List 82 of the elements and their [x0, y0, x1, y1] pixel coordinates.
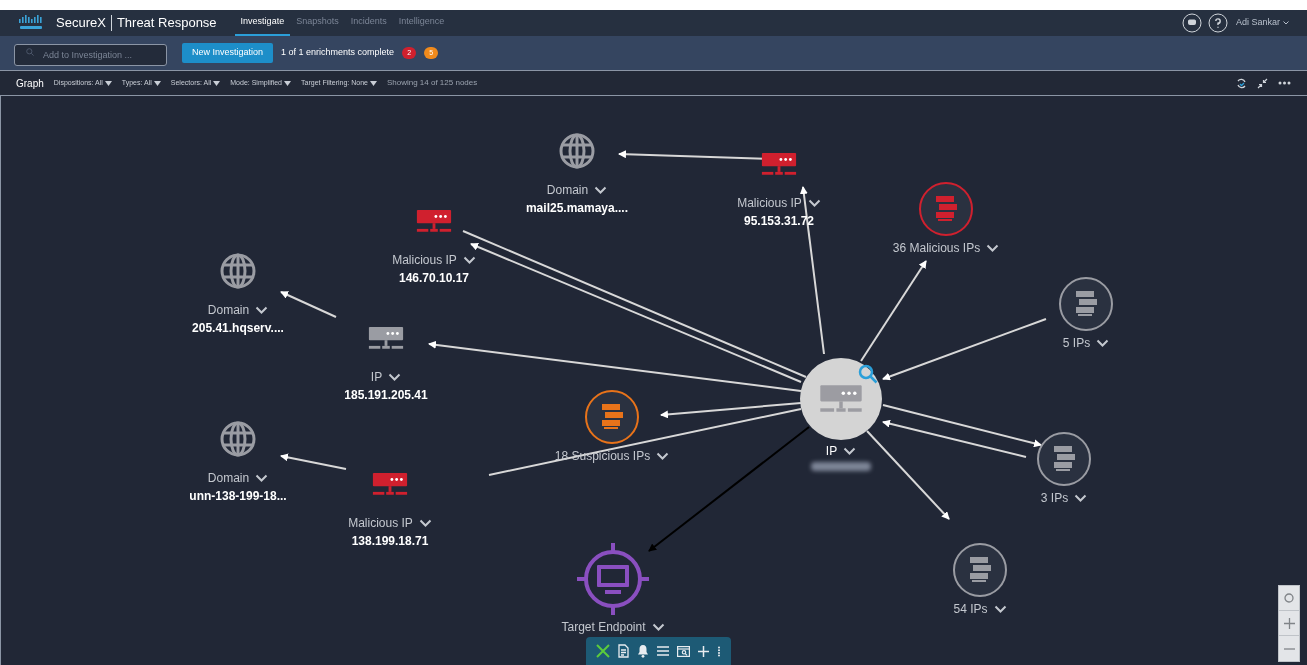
target-monitor-icon [577, 543, 649, 615]
node-count-text: Showing 14 of 125 nodes [386, 77, 478, 89]
plus-icon [1283, 617, 1295, 629]
redacted-text [811, 462, 871, 471]
search-icon [26, 47, 34, 56]
new-investigation-button[interactable]: New Investigation [182, 43, 274, 63]
nav-tab[interactable]: Intelligence [392, 10, 451, 36]
refresh-icon[interactable] [1236, 77, 1247, 89]
node-value-label: 146.70.10.17 [398, 270, 470, 287]
window-search-icon[interactable] [677, 645, 690, 657]
app-subtitle: Threat Response [116, 14, 217, 33]
node-type-label: Domain [546, 182, 589, 199]
node-type-label: 36 Malicious IPs [892, 240, 981, 257]
help-icon[interactable] [1207, 13, 1228, 33]
node-type-label: 54 IPs [953, 601, 988, 618]
search-field[interactable]: Add to Investigation ... [14, 43, 167, 66]
chevron-down-icon[interactable] [986, 243, 1000, 253]
caret-icon [104, 80, 112, 86]
node-type-label: 5 IPs [1062, 335, 1091, 352]
chevron-down-icon[interactable] [462, 255, 476, 265]
node-value-label: 138.199.18.71 [351, 533, 429, 550]
app-title: SecureX [56, 14, 106, 33]
minus-icon [1283, 647, 1295, 650]
caret-icon [369, 80, 377, 86]
node-type-label: Domain [207, 302, 250, 319]
ip-group-node[interactable] [585, 390, 639, 444]
close-icon[interactable] [596, 644, 610, 658]
chevron-down-icon[interactable] [656, 451, 670, 461]
node-value-label: unn-138-199-18... [189, 488, 287, 505]
chevron-down-icon [1283, 21, 1289, 25]
node-type-label: Target Endpoint [561, 619, 646, 636]
globe-icon [219, 420, 257, 458]
bell-icon[interactable] [637, 644, 649, 658]
globe-icon [558, 132, 596, 170]
chevron-down-icon[interactable] [651, 622, 665, 632]
chat-icon[interactable] [1181, 13, 1202, 33]
document-icon[interactable] [618, 644, 629, 658]
node-value-label: mail25.mamaya.... [525, 200, 629, 217]
arrow [280, 291, 337, 318]
chevron-down-icon[interactable] [1096, 338, 1110, 348]
enrichment-status: 1 of 1 enrichments complete [281, 46, 395, 60]
reset-icon [1284, 593, 1294, 603]
node-type-label: Malicious IP [392, 252, 457, 269]
node-type-label: 3 IPs [1040, 490, 1069, 507]
ip-group-node[interactable] [1059, 277, 1113, 331]
chevron-down-icon[interactable] [843, 446, 857, 456]
more-icon[interactable] [1278, 81, 1291, 85]
chevron-down-icon[interactable] [255, 473, 269, 483]
collapse-icon[interactable] [1257, 77, 1268, 89]
caret-icon [153, 80, 161, 86]
nav-tab[interactable]: Snapshots [290, 10, 345, 36]
node-type-label: IP [370, 369, 383, 386]
node-value-label: 185.191.205.41 [344, 387, 428, 404]
chevron-down-icon[interactable] [594, 185, 608, 195]
chevron-down-icon[interactable] [1074, 493, 1088, 503]
node-type-label: Malicious IP [737, 195, 802, 212]
node-type-label: IP [825, 443, 838, 460]
node-value-label: 205.41.hqserv.... [192, 320, 284, 337]
chevron-down-icon[interactable] [388, 372, 402, 382]
caret-icon [284, 80, 291, 86]
chevron-down-icon[interactable] [418, 518, 432, 528]
selected-ip-node[interactable] [800, 358, 882, 440]
graph-title: Graph [16, 76, 44, 91]
logo-icon [18, 15, 44, 31]
list-icon[interactable] [657, 646, 669, 656]
chevron-down-icon[interactable] [993, 604, 1007, 614]
zoom-in-button[interactable] [1279, 611, 1299, 636]
chevron-down-icon[interactable] [807, 198, 821, 208]
nav-tab[interactable]: Incidents [344, 10, 393, 36]
drag-handle-icon[interactable] [717, 645, 721, 657]
user-menu[interactable]: Adi Sankar [1235, 16, 1289, 30]
node-type-label: Domain [207, 470, 250, 487]
arrow [280, 453, 347, 470]
ip-group-node[interactable] [1037, 432, 1091, 486]
ip-group-node[interactable] [953, 543, 1007, 597]
ip-group-node[interactable] [919, 182, 973, 236]
globe-icon [219, 252, 257, 290]
plus-icon[interactable] [698, 645, 709, 657]
caret-icon [213, 80, 221, 86]
chevron-down-icon[interactable] [255, 305, 269, 315]
search-icon[interactable] [858, 364, 878, 384]
node-type-label: Malicious IP [348, 515, 413, 532]
